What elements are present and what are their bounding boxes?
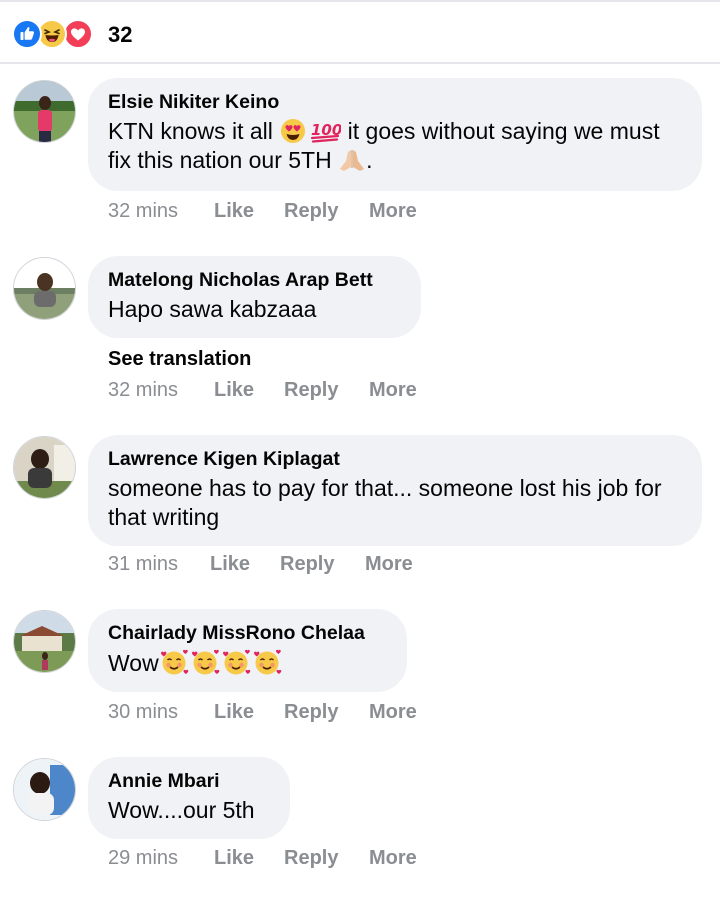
comment-time[interactable]: 32 mins: [108, 378, 214, 402]
comment-text-part: Wow: [108, 650, 159, 676]
reaction-count[interactable]: 32: [108, 22, 132, 48]
reply-action[interactable]: Reply: [284, 846, 369, 870]
smiling-face-with-hearts-emoji: [252, 648, 283, 676]
comment-text: someone has to pay for that... someone l…: [108, 475, 662, 530]
comment-bubble[interactable]: Matelong Nicholas Arap Bett Hapo sawa ka…: [88, 256, 421, 338]
more-action[interactable]: More: [369, 199, 417, 223]
reactions-summary[interactable]: 32: [0, 2, 720, 64]
like-action[interactable]: Like: [214, 846, 284, 870]
comment-text: Wow....our 5th: [108, 797, 255, 823]
comment-time[interactable]: 29 mins: [108, 846, 214, 870]
smiling-face-with-hearts-emoji: [221, 648, 252, 676]
see-translation-link[interactable]: See translation: [108, 347, 251, 371]
comment-actions: 31 mins Like Reply More: [108, 552, 413, 576]
more-action[interactable]: More: [369, 700, 417, 724]
comment-author[interactable]: Matelong Nicholas Arap Bett: [108, 268, 401, 292]
more-action[interactable]: More: [369, 846, 417, 870]
comment-bubble[interactable]: Chairlady MissRono Chelaa Wow: [88, 609, 407, 692]
comment-text-part: KTN knows it all: [108, 118, 280, 144]
avatar[interactable]: [13, 610, 76, 673]
like-action[interactable]: Like: [214, 378, 284, 402]
reply-action[interactable]: Reply: [280, 552, 365, 576]
comment-actions: 29 mins Like Reply More: [108, 846, 417, 870]
avatar[interactable]: [13, 758, 76, 821]
heart-eyes-emoji: [279, 118, 309, 144]
comment-actions: 30 mins Like Reply More: [108, 700, 417, 724]
folded-hands-emoji: [338, 147, 366, 173]
like-icon: [12, 19, 42, 49]
comment-time[interactable]: 30 mins: [108, 700, 214, 724]
comment-text: Hapo sawa kabzaaa: [108, 296, 317, 322]
comment-author[interactable]: Lawrence Kigen Kiplagat: [108, 447, 682, 471]
more-action[interactable]: More: [365, 552, 413, 576]
like-action[interactable]: Like: [210, 552, 280, 576]
love-icon: [63, 19, 93, 49]
comment-actions: 32 mins Like Reply More: [108, 378, 417, 402]
like-action[interactable]: Like: [214, 700, 284, 724]
comment-text: Wow: [108, 648, 387, 678]
comment-author[interactable]: Chairlady MissRono Chelaa: [108, 621, 387, 645]
comment-text-part: .: [366, 147, 373, 173]
smiling-face-with-hearts-emoji: [190, 648, 221, 676]
reaction-icons[interactable]: [12, 19, 102, 49]
hundred-points-emoji: 100: [309, 118, 341, 144]
smiling-face-with-hearts-emoji: [159, 648, 190, 676]
comment-bubble[interactable]: Elsie Nikiter Keino KTN knows it all 100…: [88, 78, 702, 191]
comment-text: KTN knows it all 100 it goes without say…: [108, 117, 682, 175]
avatar[interactable]: [13, 80, 76, 143]
comment-author[interactable]: Elsie Nikiter Keino: [108, 90, 682, 114]
comment-bubble[interactable]: Annie Mbari Wow....our 5th: [88, 757, 290, 839]
comment-time[interactable]: 32 mins: [108, 199, 214, 223]
like-action[interactable]: Like: [214, 199, 284, 223]
comment-time[interactable]: 31 mins: [108, 552, 210, 576]
avatar[interactable]: [13, 436, 76, 499]
reply-action[interactable]: Reply: [284, 700, 369, 724]
avatar[interactable]: [13, 257, 76, 320]
comment-author[interactable]: Annie Mbari: [108, 769, 270, 793]
reply-action[interactable]: Reply: [284, 378, 369, 402]
more-action[interactable]: More: [369, 378, 417, 402]
comment-bubble[interactable]: Lawrence Kigen Kiplagat someone has to p…: [88, 435, 702, 546]
comment-actions: 32 mins Like Reply More: [108, 199, 417, 223]
reply-action[interactable]: Reply: [284, 199, 369, 223]
